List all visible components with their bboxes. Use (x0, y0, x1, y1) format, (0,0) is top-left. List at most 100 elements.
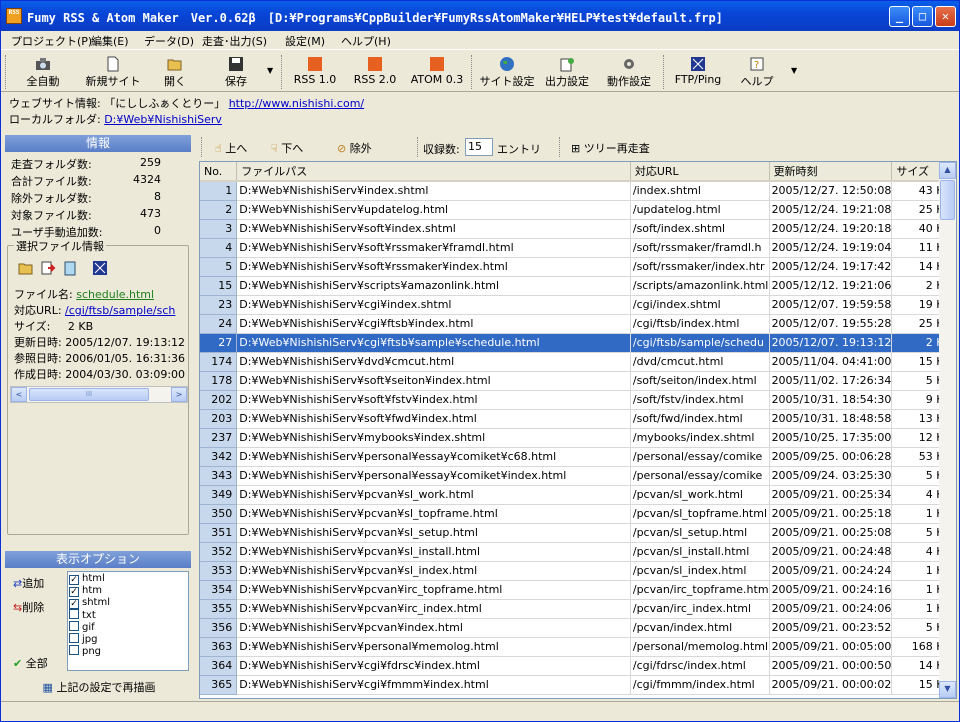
table-row[interactable]: 1 D:¥Web¥NishishiServ¥index.shtml/index.s… (200, 181, 956, 201)
save-dropdown-arrow[interactable]: ▼ (267, 66, 273, 75)
menu-scan-output[interactable]: 走査･出力(S) (202, 33, 267, 49)
table-row[interactable]: 24 D:¥Web¥NishishiServ¥cgi¥ftsb¥index.htm… (200, 314, 956, 334)
table-row[interactable]: 351 D:¥Web¥NishishiServ¥pcvan¥sl_setup.ht… (200, 523, 956, 543)
table-row[interactable]: 237 D:¥Web¥NishishiServ¥mybooks¥index.sht… (200, 428, 956, 448)
menu-help[interactable]: ヘルプ(H) (341, 33, 391, 49)
ext-checkbox-gif[interactable]: gif (69, 621, 95, 633)
clipboard-icon[interactable] (62, 260, 78, 276)
row-number: 2 (200, 200, 238, 220)
new-site-button[interactable]: 新規サイト (81, 54, 145, 90)
options-header: 表示オプション (5, 551, 191, 568)
exclude-button[interactable]: ⊘ 除外 (337, 140, 372, 156)
table-row[interactable]: 202 D:¥Web¥NishishiServ¥soft¥fstv¥index.h… (200, 390, 956, 410)
table-row[interactable]: 2 D:¥Web¥NishishiServ¥updatelog.html/upda… (200, 200, 956, 220)
scroll-right-button[interactable]: > (171, 387, 187, 402)
launch-icon[interactable] (40, 260, 56, 276)
table-row[interactable]: 354 D:¥Web¥NishishiServ¥pcvan¥irc_topfram… (200, 580, 956, 600)
folder-open-icon[interactable] (18, 260, 34, 276)
table-row[interactable]: 350 D:¥Web¥NishishiServ¥pcvan¥sl_topframe… (200, 504, 956, 524)
column-header-no[interactable]: No. (200, 162, 238, 182)
ext-checkbox-shtml[interactable]: ✓ shtml (69, 597, 110, 609)
table-row[interactable]: 355 D:¥Web¥NishishiServ¥pcvan¥irc_index.h… (200, 599, 956, 619)
ext-checkbox-jpg[interactable]: jpg (69, 633, 97, 645)
column-header-updated[interactable]: 更新時刻 (769, 162, 893, 182)
help-dropdown-arrow[interactable]: ▼ (791, 66, 797, 75)
select-all-button[interactable]: ✔ 全部 (13, 655, 48, 671)
column-header-url[interactable]: 対応URL (630, 162, 770, 182)
ext-checkbox-html[interactable]: ✓ html (69, 573, 105, 585)
table-row[interactable]: 178 D:¥Web¥NishishiServ¥soft¥seiton¥index… (200, 371, 956, 391)
rescan-tree-button[interactable]: ⊞ ツリー再走査 (571, 140, 650, 156)
atom-button[interactable]: ATOM 0.3 (407, 54, 467, 90)
table-row[interactable]: 4 D:¥Web¥NishishiServ¥soft¥rssmaker¥framd… (200, 238, 956, 258)
rss20-button[interactable]: RSS 2.0 (349, 54, 401, 90)
table-row[interactable]: 3 D:¥Web¥NishishiServ¥soft¥index.shtml/so… (200, 219, 956, 239)
add-ext-button[interactable]: ⇄追加 (13, 575, 44, 591)
remove-ext-button[interactable]: ⇆削除 (13, 599, 44, 615)
table-row[interactable]: 343 D:¥Web¥NishishiServ¥personal¥essay¥co… (200, 466, 956, 486)
url-link[interactable]: /cgi/ftsb/sample/sch (65, 304, 175, 317)
table-row[interactable]: 342 D:¥Web¥NishishiServ¥personal¥essay¥co… (200, 447, 956, 467)
move-down-button[interactable]: ☟ 下へ (271, 140, 303, 156)
open-button[interactable]: 開く (153, 54, 197, 90)
table-row[interactable]: 352 D:¥Web¥NishishiServ¥pcvan¥sl_install.… (200, 542, 956, 562)
ext-checkbox-txt[interactable]: txt (69, 609, 96, 621)
scroll-left-button[interactable]: < (11, 387, 27, 402)
menu-project[interactable]: プロジェクト(P) (11, 33, 92, 49)
minimize-button[interactable]: _ (889, 6, 910, 27)
file-name-link[interactable]: schedule.html (76, 288, 154, 301)
ftp-ping-button[interactable]: FTP/Ping (671, 54, 725, 90)
vertical-scrollbar[interactable]: ▲ ▼ (939, 162, 956, 698)
help-button[interactable]: ? ヘルプ (735, 54, 779, 90)
menu-edit[interactable]: 編集(E) (91, 33, 129, 49)
count-input[interactable]: 15 (465, 138, 493, 156)
table-row[interactable]: 365 D:¥Web¥NishishiServ¥cgi¥fmmm¥index.ht… (200, 675, 956, 695)
site-settings-button[interactable]: サイト設定 (477, 54, 537, 90)
mapped-url: /pcvan/sl_topframe.html (630, 504, 770, 524)
updated-time: 2005/12/07. 19:55:28 (769, 314, 893, 334)
menu-data[interactable]: データ(D) (144, 33, 194, 49)
title-bar[interactable]: RSS Fumy RSS & Atom Maker Ver.0.62β [D:¥… (1, 1, 959, 31)
table-row[interactable]: 23 D:¥Web¥NishishiServ¥cgi¥index.shtml/cg… (200, 295, 956, 315)
move-up-button[interactable]: ☝ 上へ (215, 140, 247, 156)
file-path: D:¥Web¥NishishiServ¥soft¥fwd¥index.html (236, 409, 631, 429)
file-path: D:¥Web¥NishishiServ¥dvd¥cmcut.html (236, 352, 631, 372)
mapped-url: /pcvan/sl_index.html (630, 561, 770, 581)
column-header-path[interactable]: ファイルパス (236, 162, 631, 182)
ftp-icon[interactable] (92, 260, 108, 276)
table-row[interactable]: 174 D:¥Web¥NishishiServ¥dvd¥cmcut.html/dv… (200, 352, 956, 372)
table-row[interactable]: 349 D:¥Web¥NishishiServ¥pcvan¥sl_work.htm… (200, 485, 956, 505)
output-settings-button[interactable]: 出力設定 (539, 54, 595, 90)
table-row[interactable]: 15 D:¥Web¥NishishiServ¥scripts¥amazonlink… (200, 276, 956, 296)
scroll-thumb[interactable] (940, 180, 955, 220)
rss10-button[interactable]: RSS 1.0 (289, 54, 341, 90)
ext-checkbox-htm[interactable]: ✓ htm (69, 585, 102, 597)
table-row[interactable]: 27 D:¥Web¥NishishiServ¥cgi¥ftsb¥sample¥sc… (200, 333, 956, 353)
horizontal-scrollbar[interactable]: < III > (10, 386, 188, 403)
scroll-thumb[interactable]: III (29, 388, 149, 401)
display-options: 表示オプション ⇄追加 ⇆削除 ✔ 全部 ✓ html ✓ htm ✓ shtml t… (5, 551, 191, 699)
ext-checkbox-png[interactable]: png (69, 645, 101, 657)
scroll-up-button[interactable]: ▲ (939, 162, 956, 179)
table-row[interactable]: 363 D:¥Web¥NishishiServ¥personal¥memolog.… (200, 637, 956, 657)
maximize-button[interactable]: □ (912, 6, 933, 27)
table-row[interactable]: 353 D:¥Web¥NishishiServ¥pcvan¥sl_index.ht… (200, 561, 956, 581)
behavior-settings-button[interactable]: 動作設定 (601, 54, 657, 90)
local-folder-link[interactable]: D:¥Web¥NishishiServ (104, 113, 222, 126)
save-button[interactable]: 保存 (211, 54, 261, 90)
scroll-down-button[interactable]: ▼ (939, 681, 956, 698)
auto-button[interactable]: 全自動 (15, 54, 71, 90)
table-row[interactable]: 203 D:¥Web¥NishishiServ¥soft¥fwd¥index.ht… (200, 409, 956, 429)
redraw-button[interactable]: ▦ 上記の設定で再描画 (9, 679, 189, 697)
table-row[interactable]: 356 D:¥Web¥NishishiServ¥pcvan¥index.html /… (200, 618, 956, 638)
row-number: 178 (200, 371, 238, 391)
menu-settings[interactable]: 設定(M) (285, 33, 325, 49)
toolbar-grip[interactable] (201, 137, 204, 157)
table-row[interactable]: 364 D:¥Web¥NishishiServ¥cgi¥fdrsc¥index.h… (200, 656, 956, 676)
toolbar-separator (417, 137, 420, 157)
toolbar-grip[interactable] (5, 55, 8, 89)
row-number: 350 (200, 504, 238, 524)
site-url-link[interactable]: http://www.nishishi.com/ (229, 97, 364, 110)
table-row[interactable]: 5 D:¥Web¥NishishiServ¥soft¥rssmaker¥index… (200, 257, 956, 277)
close-button[interactable]: ✕ (935, 6, 956, 27)
